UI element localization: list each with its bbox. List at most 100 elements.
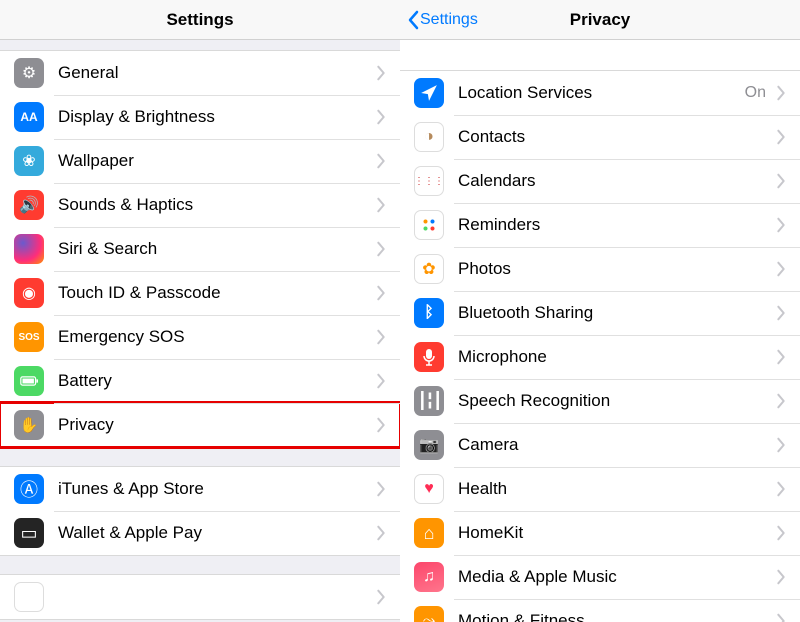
row-media-apple-music[interactable]: ♫Media & Apple Music: [400, 555, 800, 599]
chevron-right-icon: [772, 216, 790, 234]
row-label: Touch ID & Passcode: [58, 283, 372, 303]
row-label: Motion & Fitness: [458, 611, 772, 622]
settings-navbar: Settings: [0, 0, 400, 40]
chevron-right-icon: [372, 328, 390, 346]
row-label: Microphone: [458, 347, 772, 367]
row-itunes-app-store[interactable]: ⒶiTunes & App Store: [0, 467, 400, 511]
row-reminders[interactable]: Reminders: [400, 203, 800, 247]
chevron-right-icon: [372, 480, 390, 498]
row-label: Siri & Search: [58, 239, 372, 259]
privacy-navbar: Settings Privacy: [400, 0, 800, 40]
row-label: Privacy: [58, 415, 372, 435]
row-privacy[interactable]: ✋ Privacy: [0, 403, 400, 447]
camera-icon: 📷: [414, 430, 444, 460]
chevron-right-icon: [372, 196, 390, 214]
row-speech-recognition[interactable]: ┃╏┃Speech Recognition: [400, 379, 800, 423]
text-size-icon: AA: [14, 102, 44, 132]
row-label: Camera: [458, 435, 772, 455]
row-location-services[interactable]: Location ServicesOn: [400, 71, 800, 115]
row-label: General: [58, 63, 372, 83]
row-[interactable]: [0, 575, 400, 619]
hand-icon: ✋: [14, 410, 44, 440]
chevron-right-icon: [772, 260, 790, 278]
wallpaper-icon: ❀: [14, 146, 44, 176]
row-contacts[interactable]: ◑ Contacts: [400, 115, 800, 159]
chevron-right-icon: [772, 304, 790, 322]
photos-icon: ✿: [414, 254, 444, 284]
reminders-icon: [414, 210, 444, 240]
row-photos[interactable]: ✿ Photos: [400, 247, 800, 291]
row-sounds-haptics[interactable]: 🔊 Sounds & Haptics: [0, 183, 400, 227]
privacy-screen: Settings Privacy Location ServicesOn ◑ Con…: [400, 0, 800, 622]
row-homekit[interactable]: ⌂ HomeKit: [400, 511, 800, 555]
row-touch-id-passcode[interactable]: ◉ Touch ID & Passcode: [0, 271, 400, 315]
row-label: HomeKit: [458, 523, 772, 543]
row-label: Reminders: [458, 215, 772, 235]
row-label: Photos: [458, 259, 772, 279]
sos-icon: SOS: [14, 322, 44, 352]
row-general[interactable]: ⚙︎ General: [0, 51, 400, 95]
motion-icon: ⤳: [414, 606, 444, 622]
chevron-right-icon: [772, 568, 790, 586]
bluetooth-icon: ᛒ: [414, 298, 444, 328]
battery-icon: [14, 366, 44, 396]
chevron-right-icon: [772, 612, 790, 622]
fingerprint-icon: ◉: [14, 278, 44, 308]
blank-icon: [14, 582, 44, 612]
row-bluetooth-sharing[interactable]: ᛒBluetooth Sharing: [400, 291, 800, 335]
row-emergency-sos[interactable]: SOS Emergency SOS: [0, 315, 400, 359]
row-value: On: [745, 84, 766, 102]
back-button[interactable]: Settings: [406, 10, 478, 30]
row-motion-fitness[interactable]: ⤳ Motion & Fitness: [400, 599, 800, 622]
chevron-right-icon: [372, 108, 390, 126]
chevron-right-icon: [372, 372, 390, 390]
appstore-icon: Ⓐ: [14, 474, 44, 504]
row-health[interactable]: ♥ Health: [400, 467, 800, 511]
row-label: Health: [458, 479, 772, 499]
chevron-right-icon: [772, 480, 790, 498]
settings-list[interactable]: ⚙︎ General AA Display & Brightness ❀ Wallpape…: [0, 40, 400, 622]
row-camera[interactable]: 📷 Camera: [400, 423, 800, 467]
row-wallet-apple-pay[interactable]: ▭ Wallet & Apple Pay: [0, 511, 400, 555]
chevron-right-icon: [372, 64, 390, 82]
chevron-right-icon: [772, 392, 790, 410]
row-microphone[interactable]: Microphone: [400, 335, 800, 379]
wallet-icon: ▭: [14, 518, 44, 548]
settings-group: ⚙︎ General AA Display & Brightness ❀ Wallpape…: [0, 50, 400, 448]
home-icon: ⌂: [414, 518, 444, 548]
calendar-icon: ⋮⋮⋮: [414, 166, 444, 196]
row-label: Display & Brightness: [58, 107, 372, 127]
chevron-right-icon: [372, 416, 390, 434]
contacts-icon: ◑: [414, 122, 444, 152]
row-label: Calendars: [458, 171, 772, 191]
row-display-brightness[interactable]: AA Display & Brightness: [0, 95, 400, 139]
row-label: Contacts: [458, 127, 772, 147]
privacy-title: Privacy: [570, 10, 631, 30]
row-label: Wallet & Apple Pay: [58, 523, 372, 543]
chevron-right-icon: [372, 524, 390, 542]
settings-group: ⒶiTunes & App Store ▭ Wallet & Apple Pay: [0, 466, 400, 556]
chevron-right-icon: [772, 128, 790, 146]
row-battery[interactable]: Battery: [0, 359, 400, 403]
chevron-left-icon: [406, 10, 420, 30]
row-calendars[interactable]: ⋮⋮⋮ Calendars: [400, 159, 800, 203]
row-label: Wallpaper: [58, 151, 372, 171]
settings-screen: Settings ⚙︎ General AA Display & Brightness…: [0, 0, 400, 622]
heart-icon: ♥: [414, 474, 444, 504]
row-label: Sounds & Haptics: [58, 195, 372, 215]
back-label: Settings: [420, 11, 478, 29]
row-siri-search[interactable]: Siri & Search: [0, 227, 400, 271]
gear-icon: ⚙︎: [14, 58, 44, 88]
chevron-right-icon: [772, 84, 790, 102]
chevron-right-icon: [772, 436, 790, 454]
privacy-list[interactable]: Location ServicesOn ◑ Contacts ⋮⋮⋮ Calendars…: [400, 40, 800, 622]
speaker-icon: 🔊: [14, 190, 44, 220]
chevron-right-icon: [772, 172, 790, 190]
settings-group: [0, 574, 400, 620]
chevron-right-icon: [372, 152, 390, 170]
row-label: Emergency SOS: [58, 327, 372, 347]
row-wallpaper[interactable]: ❀ Wallpaper: [0, 139, 400, 183]
chevron-right-icon: [772, 524, 790, 542]
row-label: Battery: [58, 371, 372, 391]
chevron-right-icon: [372, 588, 390, 606]
